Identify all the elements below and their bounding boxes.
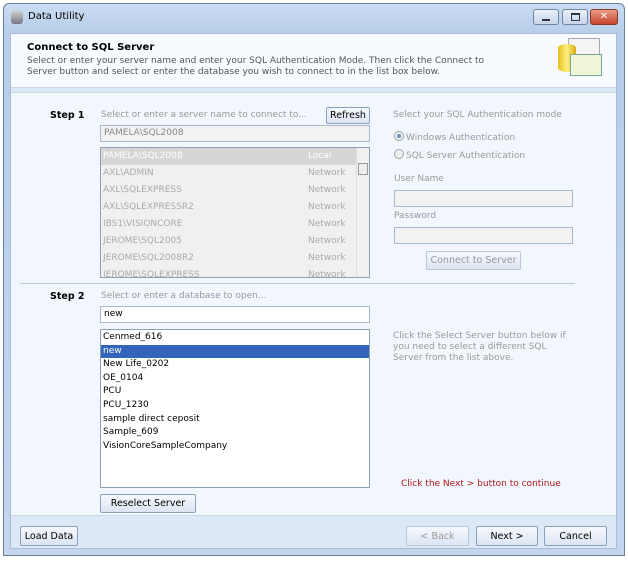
server-type: Local (308, 151, 332, 161)
radio-icon (394, 131, 404, 141)
server-type: Network (308, 219, 346, 229)
server-name: IBS1\VISIONCORE (103, 219, 183, 229)
database-list-item[interactable]: Sample_609 (101, 426, 369, 440)
username-label: User Name (394, 174, 444, 184)
windows-auth-label: Windows Authentication (406, 133, 516, 143)
database-list-item[interactable]: PCU (101, 385, 369, 399)
server-list-item[interactable]: JEROME\SQLEXPRESS Network (101, 267, 369, 278)
sql-auth-radio[interactable]: SQL Server Authentication (394, 149, 525, 161)
server-name: AXL\SQLEXPRESS (103, 185, 182, 195)
maximize-button[interactable] (562, 9, 588, 25)
step2-label: Step 2 (50, 291, 85, 302)
server-list[interactable]: PAMELA\SQL2008 Local AXL\ADMIN Network AXL\S… (100, 147, 370, 278)
load-data-button[interactable]: Load Data (20, 526, 78, 546)
server-list-item[interactable]: JEROME\SQL2008R2 Network (101, 250, 369, 267)
database-input[interactable]: new (100, 306, 370, 323)
server-list-item[interactable]: JEROME\SQL2005 Network (101, 233, 369, 250)
app-icon (11, 11, 23, 24)
sql-auth-label: SQL Server Authentication (406, 151, 526, 161)
server-type: Network (308, 202, 346, 212)
database-list-item[interactable]: new (101, 344, 369, 359)
close-button[interactable]: ✕ (590, 9, 618, 25)
server-type: Network (308, 253, 346, 263)
back-button[interactable]: < Back (406, 526, 469, 546)
step1-label: Step 1 (50, 110, 85, 121)
scroll-thumb[interactable] (358, 163, 368, 175)
database-server-icon (558, 38, 612, 78)
reselect-info: Click the Select Server button below if … (393, 331, 566, 363)
server-type: Network (308, 168, 346, 178)
server-name: AXL\ADMIN (103, 168, 154, 178)
server-type: Network (308, 236, 346, 246)
windows-auth-radio[interactable]: Windows Authentication (394, 131, 515, 143)
database-list-item[interactable]: PCU_1230 (101, 399, 369, 413)
reselect-server-button[interactable]: Reselect Server (100, 494, 196, 513)
database-list-item[interactable]: OE_0104 (101, 372, 369, 386)
continue-message: Click the Next > button to continue (401, 479, 561, 489)
database-list-item[interactable]: Cenmed_616 (101, 331, 369, 345)
database-list-item[interactable]: sample direct ceposit (101, 413, 369, 427)
password-input[interactable] (394, 227, 573, 244)
divider (20, 283, 575, 284)
server-input[interactable]: PAMELA\SQL2008 (100, 125, 370, 142)
server-name: AXL\SQLEXPRESSR2 (103, 202, 194, 212)
server-hint: Select or enter a server name to connect… (101, 110, 307, 120)
database-list-item[interactable]: New Life_0202 (101, 358, 369, 372)
cancel-button[interactable]: Cancel (544, 526, 607, 546)
database-hint: Select or enter a database to open... (101, 291, 267, 301)
page-title: Connect to SQL Server (27, 42, 155, 53)
radio-icon (394, 149, 404, 159)
server-list-item[interactable]: IBS1\VISIONCORE Network (101, 216, 369, 233)
password-label: Password (394, 211, 437, 221)
scrollbar[interactable] (356, 148, 369, 277)
refresh-button[interactable]: Refresh (326, 107, 370, 124)
server-type: Network (308, 185, 346, 195)
server-name: JEROME\SQL2008R2 (103, 253, 194, 263)
server-name: PAMELA\SQL2008 (103, 151, 183, 161)
minimize-button[interactable] (533, 9, 559, 25)
window-title: Data Utility (28, 11, 85, 22)
server-name: JEROME\SQL2005 (103, 236, 182, 246)
server-list-item[interactable]: AXL\ADMIN Network (101, 165, 369, 182)
page-description: Select or enter your server name and ent… (27, 56, 485, 77)
next-button[interactable]: Next > (476, 526, 538, 546)
username-input[interactable] (394, 190, 573, 207)
auth-title: Select your SQL Authentication mode (393, 110, 562, 120)
server-list-item[interactable]: PAMELA\SQL2008 Local (101, 148, 369, 165)
server-type: Network (308, 270, 346, 278)
server-list-item[interactable]: AXL\SQLEXPRESSR2 Network (101, 199, 369, 216)
database-list[interactable]: Cenmed_616 new New Life_0202 OE_0104 PCU PCU_… (100, 329, 370, 488)
database-list-item[interactable]: VisionCoreSampleCompany (101, 440, 369, 454)
server-name: JEROME\SQLEXPRESS (103, 270, 200, 278)
server-list-item[interactable]: AXL\SQLEXPRESS Network (101, 182, 369, 199)
connect-button[interactable]: Connect to Server (426, 251, 521, 270)
